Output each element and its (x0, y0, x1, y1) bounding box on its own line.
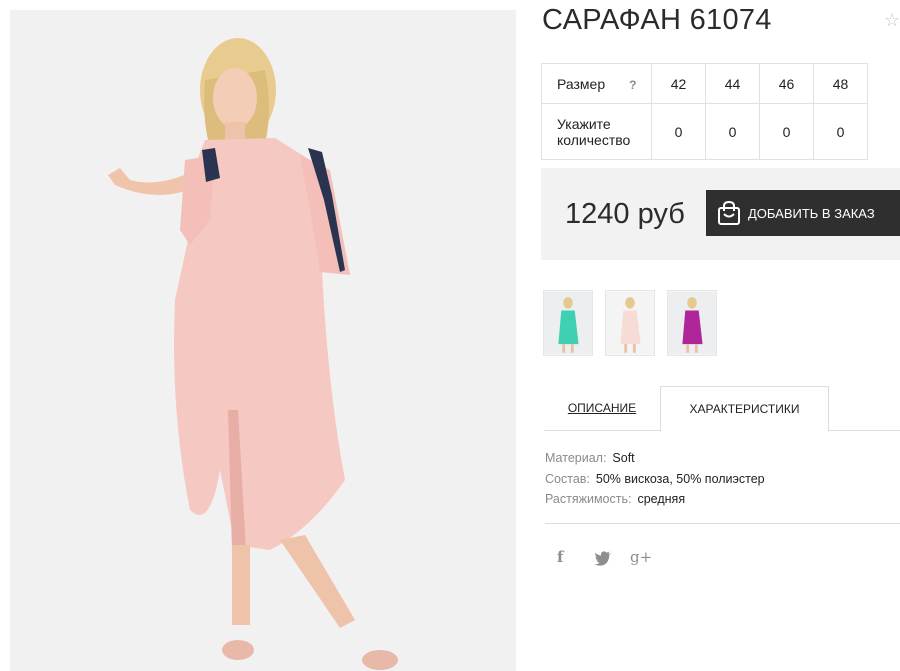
quantity-label-line2: количество (557, 131, 631, 148)
quantity-input-44[interactable]: 0 (705, 103, 760, 160)
shopping-bag-icon (718, 200, 740, 225)
thumbnail-magenta[interactable] (667, 290, 717, 356)
google-plus-icon[interactable]: g+ (630, 548, 652, 568)
characteristic-row: Состав: 50% вискоза, 50% полиэстер (545, 469, 765, 490)
product-title: САРАФАН 61074 (542, 4, 772, 36)
size-42[interactable]: 42 (651, 63, 706, 104)
thumbnail-pink[interactable] (605, 290, 655, 356)
quantity-label: Укажите количество (541, 103, 652, 160)
product-tabs: ОПИСАНИЕ ХАРАКТЕРИСТИКИ (544, 386, 900, 432)
add-to-order-label: ДОБАВИТЬ В ЗАКАЗ (748, 205, 875, 221)
characteristic-value: средняя (637, 492, 686, 506)
size-label-cell: Размер? (541, 63, 652, 104)
quantity-input-46[interactable]: 0 (759, 103, 814, 160)
product-main-image[interactable] (10, 10, 516, 671)
quantity-input-48[interactable]: 0 (813, 103, 868, 160)
quantity-input-42[interactable]: 0 (651, 103, 706, 160)
facebook-icon[interactable]: f (557, 548, 577, 568)
price-panel: 1240 руб ДОБАВИТЬ В ЗАКАЗ (541, 168, 900, 260)
tab-characteristics[interactable]: ХАРАКТЕРИСТИКИ (660, 386, 829, 432)
characteristic-value: Soft (612, 451, 635, 465)
quantity-label-line1: Укажите (557, 115, 611, 132)
star-icon[interactable]: ☆ (884, 10, 900, 31)
size-48[interactable]: 48 (813, 63, 868, 104)
quantity-row: Укажите количество 0 0 0 0 (541, 103, 868, 160)
characteristic-row: Растяжимость: средняя (545, 489, 765, 510)
add-to-order-button[interactable]: ДОБАВИТЬ В ЗАКАЗ (706, 190, 900, 236)
thumbnail-teal[interactable] (543, 290, 593, 356)
characteristic-row: Материал: Soft (545, 448, 765, 469)
characteristics-list: Материал: Soft Состав: 50% вискоза, 50% по… (545, 448, 765, 510)
size-44[interactable]: 44 (705, 63, 760, 104)
divider (545, 523, 900, 524)
size-row: Размер? 42 44 46 48 (541, 63, 868, 104)
product-price: 1240 руб (565, 198, 685, 230)
characteristic-key: Материал: (545, 451, 607, 465)
size-table: Размер? 42 44 46 48 Укажите количество 0… (541, 63, 868, 160)
characteristic-key: Состав: (545, 471, 590, 486)
twitter-icon[interactable] (593, 548, 613, 568)
help-icon[interactable]: ? (629, 78, 636, 92)
characteristic-key: Растяжимость: (545, 492, 632, 506)
tab-description[interactable]: ОПИСАНИЕ (544, 386, 660, 431)
characteristic-value: 50% вискоза, 50% полиэстер (595, 471, 765, 486)
size-46[interactable]: 46 (759, 63, 814, 104)
size-label: Размер (557, 75, 606, 92)
